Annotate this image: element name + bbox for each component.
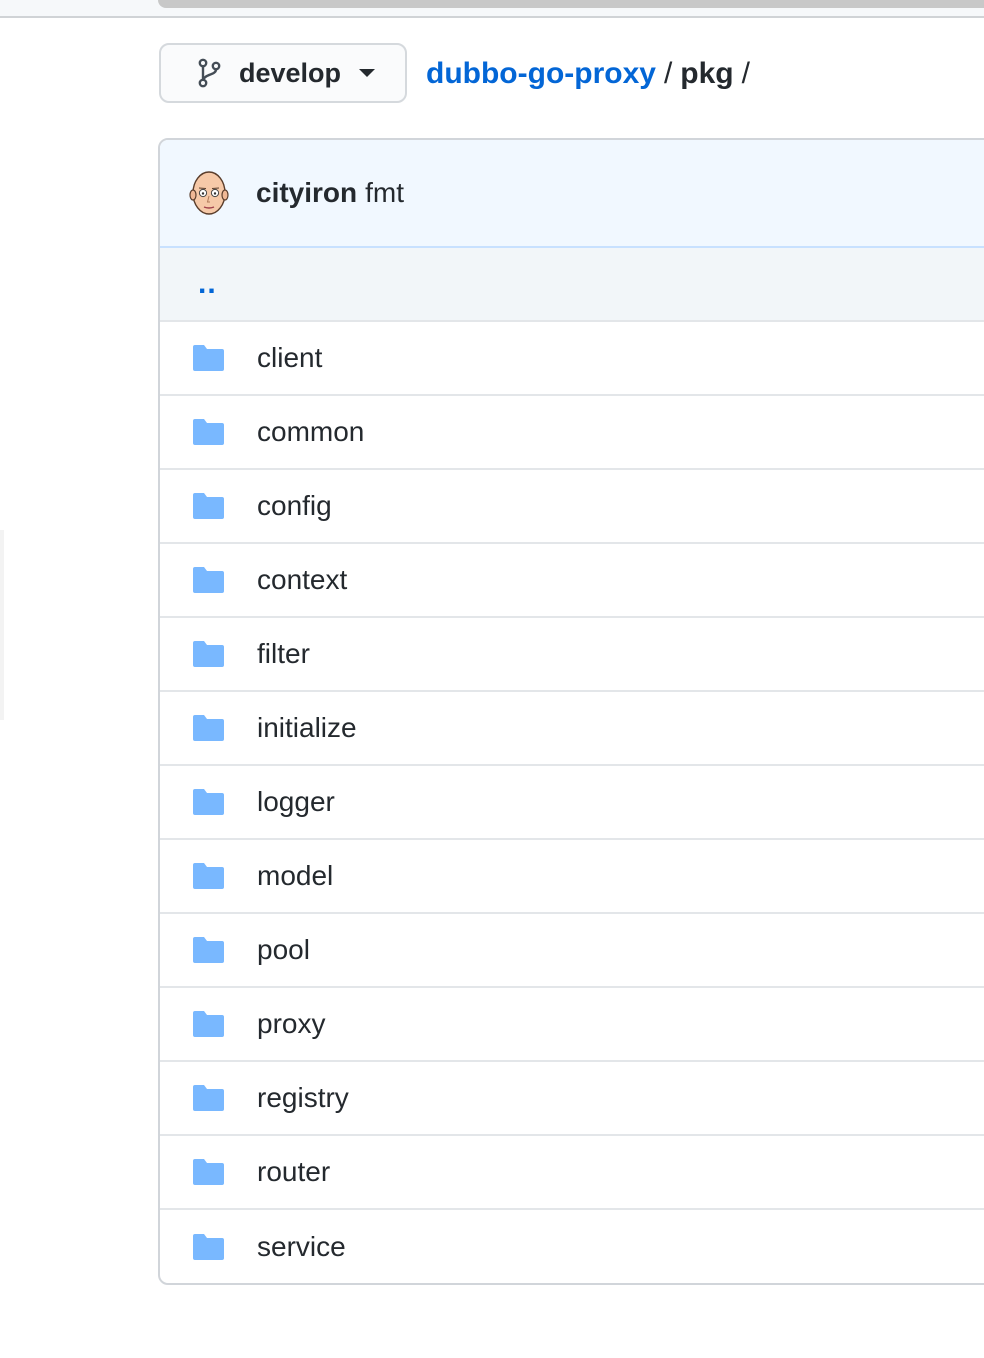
folder-icon [192,418,225,446]
folder-icon [192,640,225,668]
branch-name: develop [239,57,342,88]
folder-name-link[interactable]: filter [257,638,310,670]
horizontal-scrollbar[interactable] [158,0,984,8]
folder-icon [192,714,225,742]
folder-name-link[interactable]: pool [257,934,310,966]
breadcrumb-separator: / [663,57,673,90]
folder-icon [192,1010,225,1038]
folder-icon [192,566,225,594]
latest-commit-header: cityiron fmt [160,140,984,248]
folder-name-link[interactable]: client [257,342,322,374]
breadcrumb-trailing-separator: / [741,57,750,90]
file-row-proxy[interactable]: proxy [160,988,984,1062]
avatar-icon[interactable] [187,169,231,217]
file-row-client[interactable]: client [160,322,984,396]
folder-name-link[interactable]: model [257,860,333,892]
folder-name-link[interactable]: config [257,490,332,522]
folder-name-link[interactable]: registry [257,1082,349,1114]
folder-name-link[interactable]: service [257,1231,346,1263]
folder-name-link[interactable]: proxy [257,1008,325,1040]
file-row-service[interactable]: service [160,1210,984,1283]
git-branch-icon [195,57,223,89]
file-row-pool[interactable]: pool [160,914,984,988]
commit-message[interactable]: fmt [365,177,404,208]
branch-select-button[interactable]: develop [159,43,407,103]
file-row-context[interactable]: context [160,544,984,618]
file-row-common[interactable]: common [160,396,984,470]
folder-icon [192,1233,225,1261]
folder-icon [192,492,225,520]
breadcrumb: dubbo-go-proxy / pkg / [426,54,758,94]
folder-icon [192,1158,225,1186]
file-row-filter[interactable]: filter [160,618,984,692]
file-row-logger[interactable]: logger [160,766,984,840]
browser-top-edge [0,0,984,18]
folder-icon [192,344,225,372]
breadcrumb-repo-link[interactable]: dubbo-go-proxy [426,57,656,90]
folder-name-link[interactable]: initialize [257,712,357,744]
folder-rows: client common config context filter initializ… [160,322,984,1283]
commit-summary: cityiron fmt [256,177,404,209]
file-list: cityiron fmt .. client common config context… [158,138,984,1285]
folder-name-link[interactable]: router [257,1156,330,1188]
parent-directory-link[interactable]: .. [198,267,217,301]
parent-directory-row[interactable]: .. [160,248,984,322]
folder-icon [192,788,225,816]
file-row-model[interactable]: model [160,840,984,914]
chevron-down-icon [359,69,376,77]
commit-author[interactable]: cityiron [256,177,357,208]
folder-name-link[interactable]: context [257,564,347,596]
left-edge-shadow [0,530,4,720]
folder-icon [192,936,225,964]
folder-name-link[interactable]: common [257,416,364,448]
file-row-router[interactable]: router [160,1136,984,1210]
folder-icon [192,1084,225,1112]
file-row-initialize[interactable]: initialize [160,692,984,766]
folder-icon [192,862,225,890]
folder-name-link[interactable]: logger [257,786,335,818]
file-row-registry[interactable]: registry [160,1062,984,1136]
file-row-config[interactable]: config [160,470,984,544]
breadcrumb-current: pkg [680,57,734,90]
